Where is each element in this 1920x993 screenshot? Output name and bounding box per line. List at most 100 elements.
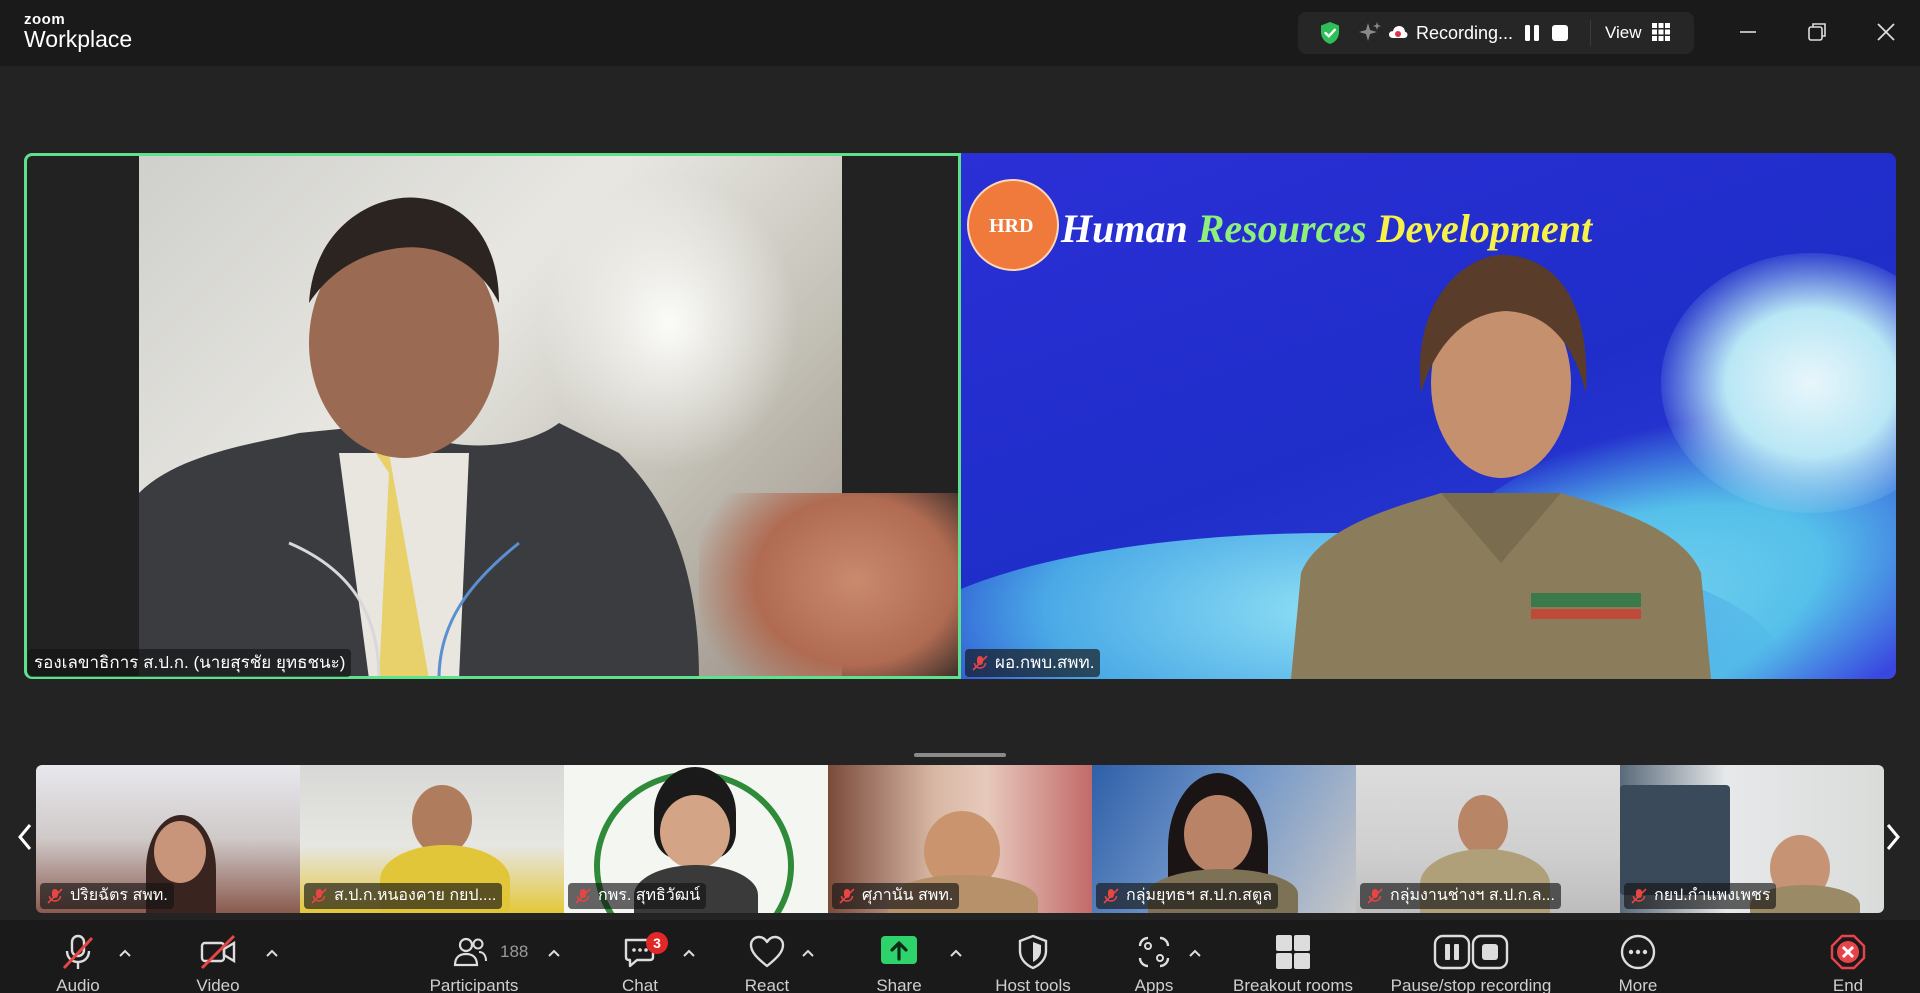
- chevron-up-icon[interactable]: [1188, 948, 1202, 958]
- host-tools-label: Host tools: [995, 976, 1071, 993]
- thumbnail-tile[interactable]: ส.ป.ก.หนองคาย กยป....: [300, 765, 564, 913]
- logo-zoom-text: zoom: [24, 11, 66, 28]
- chat-button[interactable]: Chat: [600, 920, 680, 993]
- grid-view-icon[interactable]: [1652, 23, 1670, 41]
- encryption-shield-icon[interactable]: [1318, 21, 1342, 45]
- participant-name-tag: รองเลขาธิการ ส.ป.ก. (นายสุรชัย ยุทธชนะ): [28, 649, 352, 677]
- participant-name: กยป.กำแพงเพชร: [1654, 887, 1771, 904]
- participant-figure: [1291, 254, 1711, 679]
- stop-recording-icon[interactable]: [1548, 21, 1572, 45]
- chevron-left-icon[interactable]: [12, 815, 38, 859]
- muted-mic-icon: [1631, 888, 1647, 904]
- unread-chat-badge: 3: [646, 932, 668, 954]
- audio-label: Audio: [56, 976, 100, 993]
- pause-stop-recording-icon: [1433, 934, 1509, 970]
- participant-name: กพร. สุทธิวัฒน์: [598, 887, 701, 904]
- participant-thumbnail-strip: ปริยฉัตร สพท. ส.ป.ก.หนองคาย กยป.... กพร.…: [36, 765, 1884, 913]
- recording-status-text: Recording...: [1416, 23, 1514, 43]
- participant-name-tag: ส.ป.ก.หนองคาย กยป....: [304, 883, 503, 909]
- apps-icon: [1138, 936, 1170, 968]
- end-meeting-button[interactable]: End: [1808, 920, 1888, 993]
- video-tile-participant[interactable]: HRD Human Resources Development: [961, 153, 1896, 679]
- cloud-recording-icon: [1389, 26, 1408, 38]
- microphone-muted-icon: [62, 934, 94, 970]
- muted-mic-icon: [1367, 888, 1383, 904]
- participants-label: Participants: [429, 976, 519, 993]
- meeting-status-bar: Recording... View: [1298, 12, 1694, 54]
- camera-off-icon: [200, 934, 236, 970]
- chevron-right-icon[interactable]: [1880, 815, 1906, 859]
- video-button[interactable]: Video: [176, 920, 260, 993]
- muted-mic-icon: [972, 655, 988, 671]
- video-tile-active-speaker[interactable]: [24, 153, 959, 679]
- thumbnail-tile[interactable]: ปริยฉัตร สพท.: [36, 765, 300, 913]
- logo-workplace-text: Workplace: [24, 26, 133, 52]
- share-screen-icon: [881, 936, 917, 964]
- shield-icon: [1018, 934, 1048, 970]
- app-logo: zoom Workplace: [24, 12, 132, 51]
- zoom-window: zoom Workplace Recording... View รองเลขา…: [0, 0, 1920, 993]
- chat-label: Chat: [622, 976, 658, 993]
- resize-handle[interactable]: [914, 753, 1006, 757]
- hrd-logo: HRD: [967, 179, 1059, 271]
- react-label: React: [744, 976, 790, 993]
- more-icon: [1620, 934, 1656, 970]
- chevron-up-icon[interactable]: [801, 948, 815, 958]
- participant-name-tag: กยป.กำแพงเพชร: [1624, 883, 1777, 909]
- participant-video: [139, 153, 959, 679]
- video-label: Video: [196, 976, 240, 993]
- minimize-icon[interactable]: [1730, 14, 1766, 50]
- participant-name: กลุ่มยุทธฯ ส.ป.ก.สตูล: [1126, 887, 1273, 904]
- participant-name-tag: ผอ.กพบ.สพท.: [965, 649, 1101, 677]
- end-call-icon: [1830, 934, 1866, 970]
- chevron-up-icon[interactable]: [682, 948, 696, 958]
- ai-companion-icon[interactable]: [1358, 21, 1382, 45]
- chevron-up-icon[interactable]: [547, 948, 561, 958]
- participant-name: รองเลขาธิการ ส.ป.ก. (นายสุรชัย ยุทธชนะ): [34, 653, 346, 672]
- participant-name-tag: กลุ่มงานช่างฯ ส.ป.ก.ล...: [1360, 883, 1561, 909]
- participant-name-tag: กพร. สุทธิวัฒน์: [568, 883, 707, 909]
- share-label: Share: [876, 976, 922, 993]
- divider: [1590, 20, 1591, 46]
- more-button[interactable]: More: [1598, 920, 1678, 993]
- participant-name: ศุภานัน สพท.: [862, 887, 954, 904]
- participants-icon: [453, 937, 487, 967]
- heart-icon: [749, 935, 785, 968]
- pause-recording-icon[interactable]: [1520, 21, 1544, 45]
- apps-button[interactable]: Apps: [1114, 920, 1194, 993]
- participant-name: ปริยฉัตร สพท.: [70, 887, 168, 904]
- end-label: End: [1832, 976, 1864, 993]
- muted-mic-icon: [839, 888, 855, 904]
- banner-word-1: Human: [1061, 206, 1188, 251]
- title-bar: zoom Workplace Recording... View: [0, 0, 1920, 66]
- breakout-rooms-icon: [1276, 935, 1310, 969]
- chevron-up-icon[interactable]: [949, 948, 963, 958]
- chevron-up-icon[interactable]: [265, 948, 279, 958]
- audio-button[interactable]: Audio: [36, 920, 120, 993]
- muted-mic-icon: [311, 888, 327, 904]
- participant-count: 188: [500, 942, 529, 961]
- chevron-up-icon[interactable]: [118, 948, 132, 958]
- more-label: More: [1618, 976, 1658, 993]
- host-tools-button[interactable]: Host tools: [978, 920, 1088, 993]
- meeting-toolbar: Audio Video Participants 188 Chat 3 Reac…: [0, 920, 1920, 993]
- share-button[interactable]: Share: [858, 920, 940, 993]
- participant-name-tag: ปริยฉัตร สพท.: [40, 883, 174, 909]
- participant-name: ส.ป.ก.หนองคาย กยป....: [334, 887, 497, 904]
- react-button[interactable]: React: [726, 920, 808, 993]
- thumbnail-tile[interactable]: กลุ่มยุทธฯ ส.ป.ก.สตูล: [1092, 765, 1356, 913]
- breakout-rooms-button[interactable]: Breakout rooms: [1220, 920, 1366, 993]
- muted-mic-icon: [575, 888, 591, 904]
- breakout-rooms-label: Breakout rooms: [1233, 976, 1353, 993]
- pause-stop-recording-button[interactable]: Pause/stop recording: [1378, 920, 1564, 993]
- participant-name-tag: กลุ่มยุทธฯ ส.ป.ก.สตูล: [1096, 883, 1279, 909]
- thumbnail-tile[interactable]: กยป.กำแพงเพชร: [1620, 765, 1884, 913]
- thumbnail-tile[interactable]: ศุภานัน สพท.: [828, 765, 1092, 913]
- restore-icon[interactable]: [1799, 14, 1835, 50]
- thumbnail-tile[interactable]: กพร. สุทธิวัฒน์: [564, 765, 828, 913]
- view-button[interactable]: View: [1605, 23, 1642, 43]
- close-icon[interactable]: [1868, 14, 1904, 50]
- participant-name: กลุ่มงานช่างฯ ส.ป.ก.ล...: [1390, 887, 1555, 904]
- thumbnail-tile[interactable]: กลุ่มงานช่างฯ ส.ป.ก.ล...: [1356, 765, 1620, 913]
- muted-mic-icon: [47, 888, 63, 904]
